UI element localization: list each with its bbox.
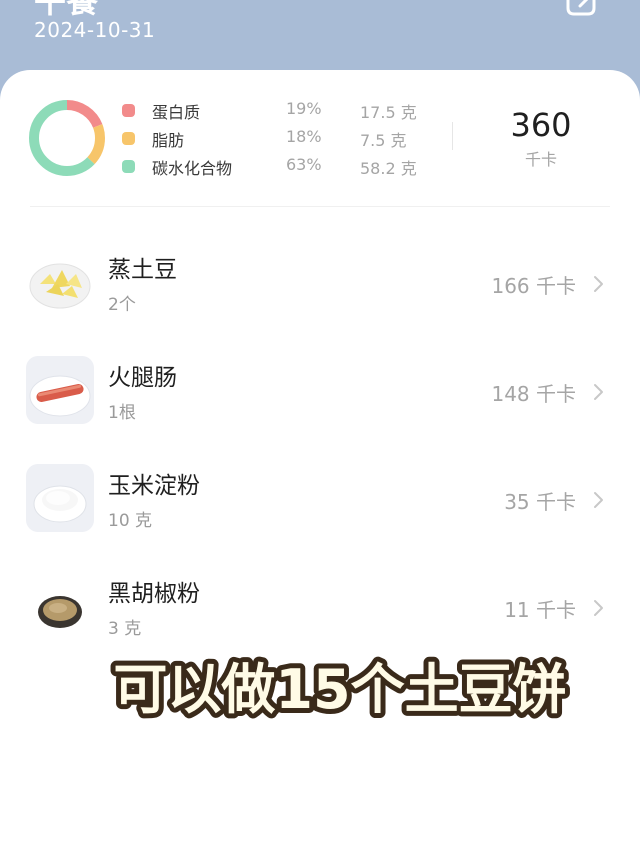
video-caption-overlay: 可以做15个土豆饼: [108, 653, 571, 726]
food-name: 蒸土豆: [108, 257, 177, 283]
macro-percent: 63%: [286, 155, 322, 174]
meal-card: 蛋白质 19% 17.5 克 脂肪 18% 7.5 克 碳水化合物 63% 58…: [0, 70, 640, 854]
summary-divider: [452, 122, 453, 150]
macro-name: 碳水化合物: [152, 159, 233, 178]
food-name: 黑胡椒粉: [108, 581, 200, 607]
section-divider: [30, 206, 610, 207]
corn-starch-thumbnail: [26, 464, 94, 532]
macro-amount: 17.5 克: [360, 103, 417, 122]
food-quantity: 1根: [108, 403, 136, 423]
caption-text: 可以做15个土豆饼: [113, 658, 566, 721]
macro-row-protein: 蛋白质 19% 17.5 克: [122, 97, 442, 125]
macro-name: 脂肪: [152, 131, 185, 150]
macro-row-carbs: 碳水化合物 63% 58.2 克: [122, 153, 442, 181]
food-calories: 35 千卡: [504, 490, 576, 514]
macro-donut-chart: [29, 100, 105, 176]
macro-name: 蛋白质: [152, 103, 201, 122]
nutrition-summary: 蛋白质 19% 17.5 克 脂肪 18% 7.5 克 碳水化合物 63% 58…: [0, 70, 640, 206]
total-calories: 360: [510, 106, 572, 144]
food-item-ham-sausage[interactable]: 火腿肠 1根 148 千卡: [0, 338, 640, 446]
macro-amount: 58.2 克: [360, 159, 417, 178]
chevron-right-icon: [594, 384, 603, 400]
meal-date: 2024-10-31: [34, 18, 156, 42]
food-quantity: 10 克: [108, 511, 153, 531]
fat-color-dot: [122, 132, 135, 145]
food-calories: 166 千卡: [491, 274, 576, 298]
macro-row-fat: 脂肪 18% 7.5 克: [122, 125, 442, 153]
black-pepper-thumbnail: [26, 572, 94, 640]
food-quantity: 3 克: [108, 619, 142, 639]
food-quantity: 2个: [108, 295, 136, 315]
edit-icon[interactable]: [562, 0, 598, 20]
food-calories: 11 千卡: [504, 598, 576, 622]
food-item-steamed-potato[interactable]: 蒸土豆 2个 166 千卡: [0, 230, 640, 338]
chevron-right-icon: [594, 492, 603, 508]
food-name: 玉米淀粉: [108, 473, 200, 499]
food-calories: 148 千卡: [491, 382, 576, 406]
food-name: 火腿肠: [108, 365, 177, 391]
steamed-potato-thumbnail: [26, 248, 94, 316]
calories-unit: 千卡: [524, 150, 557, 169]
chevron-right-icon: [594, 276, 603, 292]
food-item-corn-starch[interactable]: 玉米淀粉 10 克 35 千卡: [0, 446, 640, 554]
macro-percent: 19%: [286, 99, 322, 118]
ham-sausage-thumbnail: [26, 356, 94, 424]
macro-percent: 18%: [286, 127, 322, 146]
carbs-color-dot: [122, 160, 135, 173]
macro-amount: 7.5 克: [360, 131, 407, 150]
protein-color-dot: [122, 104, 135, 117]
chevron-right-icon: [594, 600, 603, 616]
